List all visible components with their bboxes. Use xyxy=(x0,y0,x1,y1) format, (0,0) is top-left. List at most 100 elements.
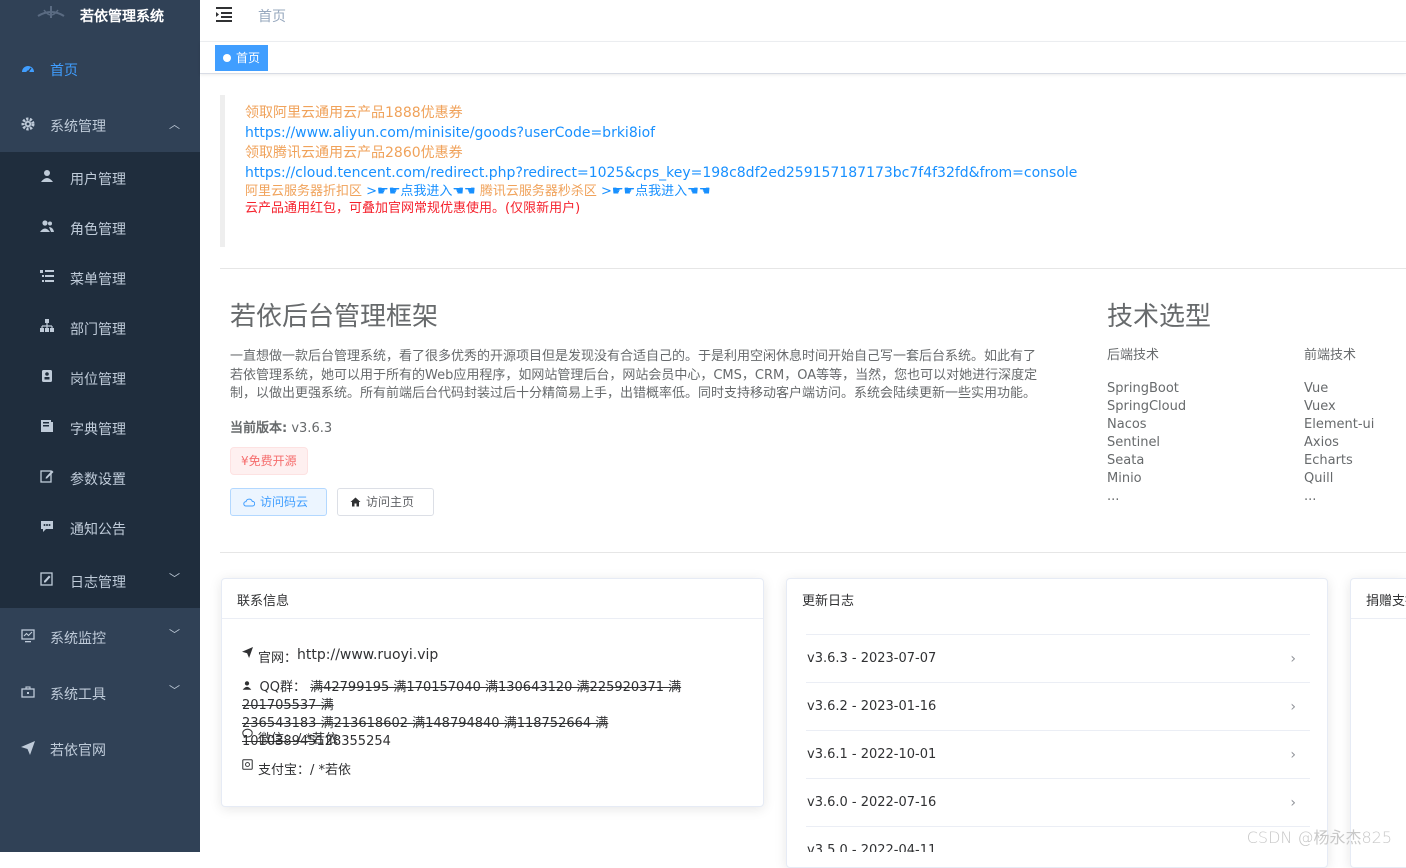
changelog-item[interactable]: v3.6.0 - 2022-07-16 › xyxy=(806,778,1310,826)
wechat-link[interactable]: / *若依 xyxy=(297,728,338,747)
peoples-icon xyxy=(39,218,55,234)
divider xyxy=(220,268,1406,269)
changelog-item[interactable]: v3.6.3 - 2023-07-07 › xyxy=(806,634,1310,682)
sidebar-item-home[interactable]: 首页 xyxy=(0,56,200,82)
sidebar: 若依管理系统 首页 系统管理 ︿ 用户管理 角色管理 菜单管理 部门管理 岗位管… xyxy=(0,0,200,852)
sidebar-item-label: 用户管理 xyxy=(70,172,126,188)
changelog-item-title: v3.6.3 - 2023-07-07 xyxy=(807,651,937,666)
sidebar-item-label: 首页 xyxy=(50,63,78,79)
alipay-link[interactable]: / *若依 xyxy=(310,759,351,778)
tencent-seckill-link[interactable]: >☛☛点我进入☚☚ xyxy=(601,184,711,199)
send-icon xyxy=(20,740,36,756)
logo-icon xyxy=(37,6,65,18)
sidebar-item-label: 菜单管理 xyxy=(70,272,126,288)
promo-aliyun-text: 领取阿里云通用云产品1888优惠券 xyxy=(245,105,463,121)
website-link[interactable]: http://www.ruoyi.vip xyxy=(297,647,438,663)
chevron-up-icon: ︿ xyxy=(169,118,180,131)
contact-card: 联系信息 官网： http://www.ruoyi.vip QQ群： 满4279… xyxy=(221,578,764,807)
sidebar-item-label: 若依官网 xyxy=(50,743,106,759)
sidebar-item-depts[interactable]: 部门管理 xyxy=(0,314,200,340)
sidebar-item-tools[interactable]: 系统工具 ﹀ xyxy=(0,678,200,706)
toolbox-icon xyxy=(20,684,36,700)
qq-full-groups-1: 满42799195 满170157040 满130643120 满2259203… xyxy=(242,680,682,713)
list-item: ... xyxy=(1304,489,1317,504)
chevron-down-icon: ﹀ xyxy=(169,572,180,585)
contact-card-title: 联系信息 xyxy=(222,579,763,619)
alipay-icon xyxy=(242,759,254,773)
tencent-seckill-label: 腾讯云服务器秒杀区 xyxy=(479,184,597,199)
logo[interactable]: 若依管理系统 xyxy=(0,0,200,30)
sidebar-item-system[interactable]: 系统管理 ︿ xyxy=(0,110,200,140)
active-dot xyxy=(223,54,231,62)
alipay-label: 支付宝： xyxy=(258,763,311,778)
chevron-right-icon: › xyxy=(1290,795,1296,811)
changelog-item[interactable]: v3.6.2 - 2023-01-16 › xyxy=(806,682,1310,730)
sidebar-item-label: 参数设置 xyxy=(70,472,126,488)
sidebar-item-monitor[interactable]: 系统监控 ﹀ xyxy=(0,622,200,650)
version-value: v3.6.3 xyxy=(291,421,333,436)
changelog-item-title: v3.5.0 - 2022-04-11 xyxy=(807,843,937,852)
send-icon xyxy=(242,647,254,661)
sidebar-item-notice[interactable]: 通知公告 xyxy=(0,514,200,540)
divider xyxy=(220,552,1406,553)
list-item: Seata xyxy=(1107,453,1145,468)
website-row: 官网： http://www.ruoyi.vip xyxy=(242,647,438,666)
donate-card-title: 捐赠支持 xyxy=(1351,579,1406,619)
cloud-icon xyxy=(243,498,255,507)
visit-homepage-button[interactable]: 访问主页 xyxy=(337,488,434,516)
sidebar-item-posts[interactable]: 岗位管理 xyxy=(0,364,200,390)
wechat-label: 微信： xyxy=(258,732,298,747)
sidebar-item-label: 系统监控 xyxy=(50,631,106,647)
user-icon xyxy=(242,681,256,694)
chevron-down-icon: ﹀ xyxy=(169,684,180,697)
sidebar-item-website[interactable]: 若依官网 xyxy=(0,734,200,762)
list-item: Axios xyxy=(1304,435,1339,450)
sidebar-item-dict[interactable]: 字典管理 xyxy=(0,414,200,440)
post-icon xyxy=(39,368,55,384)
monitor-icon xyxy=(20,628,36,644)
app-title: 若依管理系统 xyxy=(80,9,164,25)
sidebar-item-menus[interactable]: 菜单管理 xyxy=(0,264,200,290)
backend-tech-list: 后端技术 SpringBoot SpringCloud Nacos Sentin… xyxy=(1107,346,1186,506)
sidebar-item-logs[interactable]: 日志管理 ﹀ xyxy=(0,566,200,594)
list-item: Minio xyxy=(1107,471,1142,486)
sidebar-item-roles[interactable]: 角色管理 xyxy=(0,214,200,240)
tag-home[interactable]: 首页 xyxy=(215,45,269,71)
visit-gitee-button[interactable]: 访问码云 xyxy=(230,488,327,516)
promo-tencent-link[interactable]: https://cloud.tencent.com/redirect.php?r… xyxy=(245,165,1077,181)
tree-table-icon xyxy=(39,268,55,284)
red-packet-text: 云产品通用红包，可叠加官网常规优惠使用。(仅限新用户) xyxy=(245,201,581,216)
sidebar-item-label: 字典管理 xyxy=(70,422,126,438)
list-item: Vuex xyxy=(1304,399,1336,414)
qq-label: QQ群： xyxy=(259,680,306,695)
aliyun-discount-link[interactable]: >☛☛点我进入☚☚ xyxy=(366,184,476,199)
frontend-tech-heading: 前端技术 xyxy=(1304,348,1357,363)
changelog-item[interactable]: v3.5.0 - 2022-04-11 xyxy=(806,826,1310,852)
log-icon xyxy=(39,571,55,587)
version-label: 当前版本: xyxy=(230,421,288,436)
tech-title: 技术选型 xyxy=(1107,302,1212,332)
sidebar-item-users[interactable]: 用户管理 xyxy=(0,164,200,190)
tag-label: 首页 xyxy=(236,51,261,65)
frontend-tech-list: 前端技术 Vue Vuex Element-ui Axios Echarts Q… xyxy=(1304,346,1374,506)
list-item: Nacos xyxy=(1107,417,1147,432)
sidebar-item-label: 系统管理 xyxy=(50,119,106,135)
home-icon xyxy=(350,497,361,507)
wechat-icon xyxy=(242,728,254,742)
gear-icon xyxy=(20,116,36,132)
changelog-item[interactable]: v3.6.1 - 2022-10-01 › xyxy=(806,730,1310,778)
navbar: 首页 xyxy=(200,0,1406,42)
list-item: Element-ui xyxy=(1304,417,1375,432)
changelog-item-title: v3.6.1 - 2022-10-01 xyxy=(807,747,937,762)
list-item: SpringBoot xyxy=(1107,381,1179,396)
intro-description: 一直想做一款后台管理系统，看了很多优秀的开源项目但是发现没有合适自己的。于是利用… xyxy=(230,349,1038,401)
sidebar-item-config[interactable]: 参数设置 xyxy=(0,464,200,490)
sidebar-item-label: 通知公告 xyxy=(70,522,126,538)
visit-homepage-label: 访问主页 xyxy=(366,495,415,509)
visit-gitee-label: 访问码云 xyxy=(260,495,309,509)
sidebar-item-label: 系统工具 xyxy=(50,687,106,703)
website-label: 官网： xyxy=(258,651,298,666)
sidebar-item-label: 角色管理 xyxy=(70,222,126,238)
promo-aliyun-link[interactable]: https://www.aliyun.com/minisite/goods?us… xyxy=(245,125,655,141)
hamburger-icon[interactable] xyxy=(216,6,234,22)
